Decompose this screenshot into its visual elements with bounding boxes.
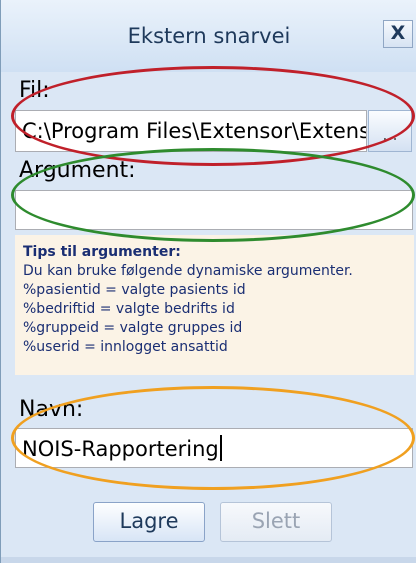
tips-panel: Tips til argumenter: Du kan bruke følgen… bbox=[15, 235, 414, 375]
shortcut-dialog: Ekstern snarvei X Fil: C:\Program Files\… bbox=[0, 0, 416, 563]
fil-label: Fil: bbox=[19, 78, 50, 103]
navn-label: Navn: bbox=[19, 397, 84, 422]
argument-input[interactable] bbox=[15, 190, 413, 230]
tip-line: Du kan bruke følgende dynamiske argument… bbox=[23, 263, 353, 279]
tip-line: %pasientid = valgte pasients id bbox=[23, 282, 246, 298]
delete-button[interactable]: Slett bbox=[220, 502, 332, 542]
fil-path-input[interactable]: C:\Program Files\Extensor\Extenso bbox=[15, 110, 367, 152]
close-button[interactable]: X bbox=[383, 20, 413, 48]
tip-line: %bedriftid = valgte bedrifts id bbox=[23, 301, 235, 317]
tip-line: %userid = innlogget ansattid bbox=[23, 339, 228, 355]
navn-input-value: NOIS-Rapportering bbox=[22, 437, 219, 461]
save-button[interactable]: Lagre bbox=[93, 502, 205, 542]
tips-title: Tips til argumenter: bbox=[23, 244, 181, 260]
dialog-bottom-edge bbox=[1, 557, 416, 563]
argument-label: Argument: bbox=[19, 158, 136, 183]
tip-line: %gruppeid = valgte gruppes id bbox=[23, 320, 243, 336]
dialog-title: Ekstern snarvei bbox=[127, 24, 291, 48]
navn-input[interactable]: NOIS-Rapportering bbox=[15, 428, 413, 468]
text-caret bbox=[219, 435, 222, 461]
browse-button[interactable]: ... bbox=[368, 110, 412, 152]
title-bar: Ekstern snarvei X bbox=[1, 0, 416, 72]
